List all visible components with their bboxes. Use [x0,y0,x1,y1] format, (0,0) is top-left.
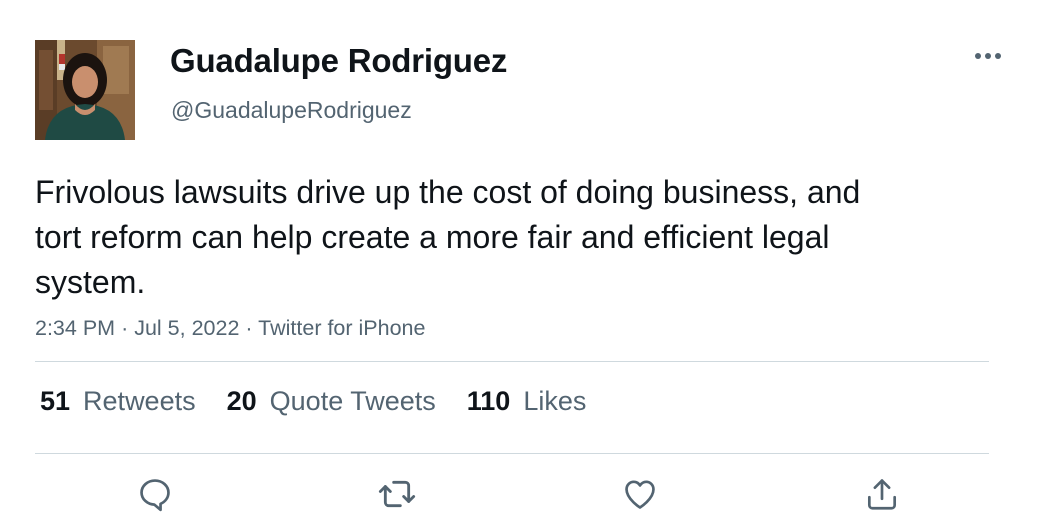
reply-button[interactable] [135,474,175,514]
reply-icon [140,479,170,512]
likes-stat[interactable]: 110 Likes [467,386,587,417]
tweet-meta: 2:34 PM · Jul 5, 2022 · Twitter for iPho… [35,316,425,341]
meta-separator: · [121,316,129,340]
quote-tweets-label: Quote Tweets [269,386,436,416]
display-name[interactable]: Guadalupe Rodriguez [170,42,507,80]
quote-tweets-stat[interactable]: 20 Quote Tweets [227,386,436,417]
retweet-button[interactable] [377,474,417,514]
heart-icon [625,480,655,509]
retweet-icon [378,480,416,508]
meta-separator: · [245,316,253,340]
tweet-date[interactable]: Jul 5, 2022 [134,316,239,340]
retweets-label: Retweets [83,386,196,416]
user-handle[interactable]: @GuadalupeRodriguez [171,97,412,124]
likes-label: Likes [523,386,587,416]
tweet-time[interactable]: 2:34 PM [35,316,115,340]
retweets-stat[interactable]: 51 Retweets [40,386,196,417]
share-button[interactable] [862,474,902,514]
tweet-text: Frivolous lawsuits drive up the cost of … [35,174,861,300]
engagement-stats: 51 Retweets 20 Quote Tweets 110 Likes [40,386,617,417]
profile-photo [35,40,135,140]
divider [35,453,989,454]
more-icon [975,53,1001,59]
retweets-count: 51 [40,386,71,416]
avatar[interactable] [35,40,135,140]
like-button[interactable] [620,474,660,514]
quote-tweets-count: 20 [226,386,257,416]
tweet-source[interactable]: Twitter for iPhone [258,316,425,340]
more-options-button[interactable] [968,44,1008,68]
share-icon [867,479,897,510]
divider [35,361,989,362]
likes-count: 110 [466,386,511,416]
